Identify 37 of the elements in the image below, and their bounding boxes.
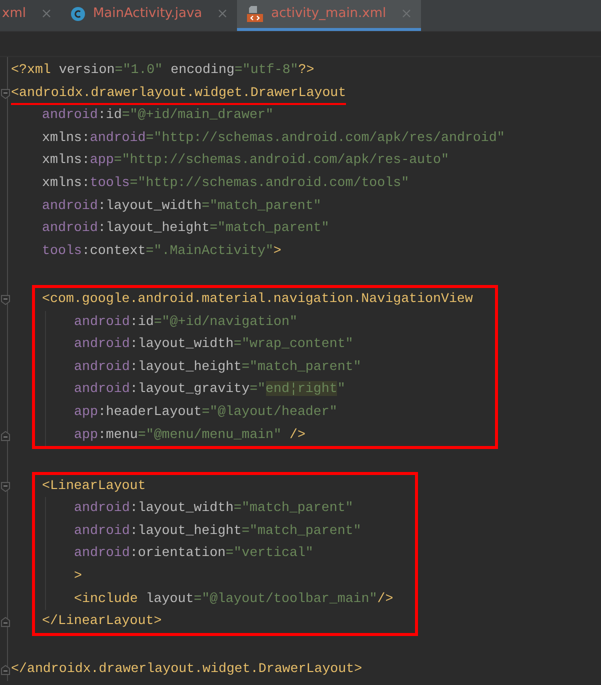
fold-icon[interactable] bbox=[1, 294, 10, 305]
code-line: app:headerLayout="@layout/header" bbox=[74, 402, 338, 421]
fold-icon[interactable] bbox=[1, 430, 10, 440]
code-line: app:menu="@menu/menu_main" /> bbox=[74, 426, 306, 444]
code-line: android:layout_width="match_parent" bbox=[74, 499, 354, 518]
code-line: </androidx.drawerlayout.widget.DrawerLayout> bbox=[11, 660, 362, 678]
code-line: android:layout_height="match_parent" bbox=[42, 219, 330, 238]
code-line: <com.google.android.material.navigation.NavigationView bbox=[42, 290, 473, 308]
code-line: xmlns:android="http://schemas.android.com/apk/res/android" bbox=[42, 128, 505, 147]
code-line: <LinearLayout bbox=[42, 476, 146, 495]
code-line: tools:context=".MainActivity"> bbox=[42, 242, 282, 260]
code-line: > bbox=[74, 567, 82, 586]
code-line: xmlns:app="http://schemas.android.com/apk/res-auto" bbox=[42, 151, 449, 170]
fold-icon[interactable] bbox=[1, 482, 10, 492]
code-line: android:id="@+id/main_drawer" bbox=[42, 106, 274, 124]
code-line: android:layout_width="wrap_content" bbox=[74, 335, 354, 354]
file-tab[interactable]: activity_main.xml bbox=[237, 0, 422, 31]
code-line: <include layout="@layout/toolbar_main"/> bbox=[74, 590, 394, 608]
file-tab[interactable]: MainActivity.java bbox=[60, 0, 238, 31]
file-tab[interactable]: xml bbox=[2, 0, 61, 31]
close-icon[interactable] bbox=[218, 9, 228, 18]
code-line: <androidx.drawerlayout.widget.DrawerLayout bbox=[11, 82, 346, 105]
code-line: android:layout_height="match_parent" bbox=[74, 522, 362, 540]
code-line: <?xml version="1.0" encoding="utf-8"?> bbox=[11, 61, 314, 79]
close-icon[interactable] bbox=[42, 9, 51, 18]
fold-icon[interactable] bbox=[1, 617, 10, 628]
layout-file-icon bbox=[247, 6, 264, 22]
code-line: android:orientation="vertical" bbox=[74, 544, 314, 562]
fold-icon[interactable] bbox=[1, 88, 10, 99]
code-line: </LinearLayout> bbox=[42, 612, 162, 630]
code-line: android:layout_width="match_parent" bbox=[42, 196, 322, 215]
code-line: android:layout_height="match_parent" bbox=[74, 358, 362, 376]
code-line: android:id="@+id/navigation" bbox=[74, 312, 298, 331]
class-icon bbox=[70, 6, 85, 20]
code-line: xmlns:tools="http://schemas.android.com/tools" bbox=[42, 174, 410, 192]
fold-icon[interactable] bbox=[1, 665, 10, 676]
code-line: android:layout_gravity="end¦right" bbox=[74, 380, 346, 398]
